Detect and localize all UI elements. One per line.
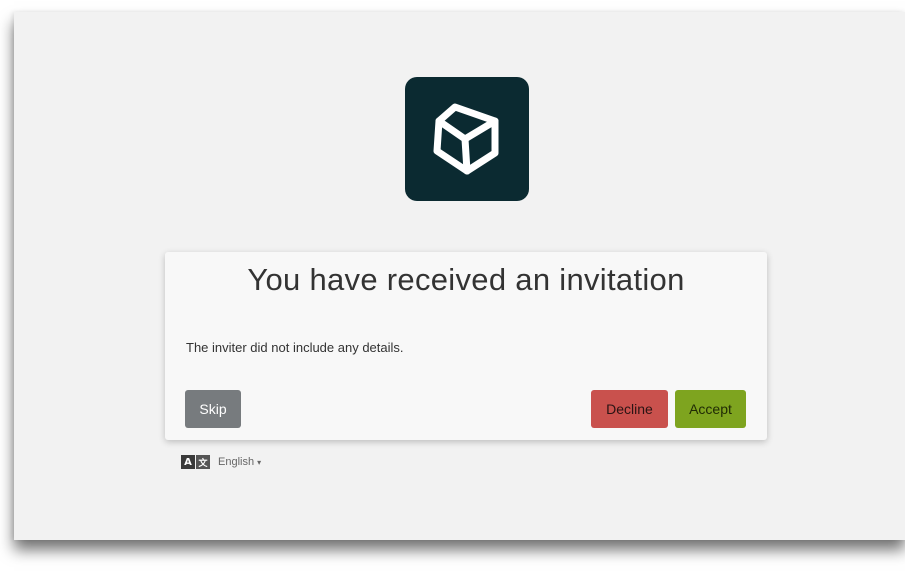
invitation-title: You have received an invitation	[247, 262, 685, 297]
language-selector[interactable]: A 文 English ▾	[181, 455, 261, 469]
language-label[interactable]: English	[218, 456, 254, 468]
accept-button[interactable]: Accept	[675, 390, 746, 428]
invitation-card: You have received an invitation The invi…	[165, 252, 767, 440]
cube-icon	[433, 103, 499, 175]
translate-icon-a: A	[181, 455, 195, 469]
chevron-down-icon[interactable]: ▾	[257, 458, 261, 467]
skip-button[interactable]: Skip	[185, 390, 241, 428]
translate-icon-b: 文	[196, 455, 210, 469]
decline-button[interactable]: Decline	[591, 390, 668, 428]
app-logo	[405, 77, 529, 201]
translate-icon: A 文	[181, 455, 211, 469]
app-window: You have received an invitation The invi…	[14, 12, 905, 540]
invitation-message: The inviter did not include any details.	[186, 340, 404, 355]
